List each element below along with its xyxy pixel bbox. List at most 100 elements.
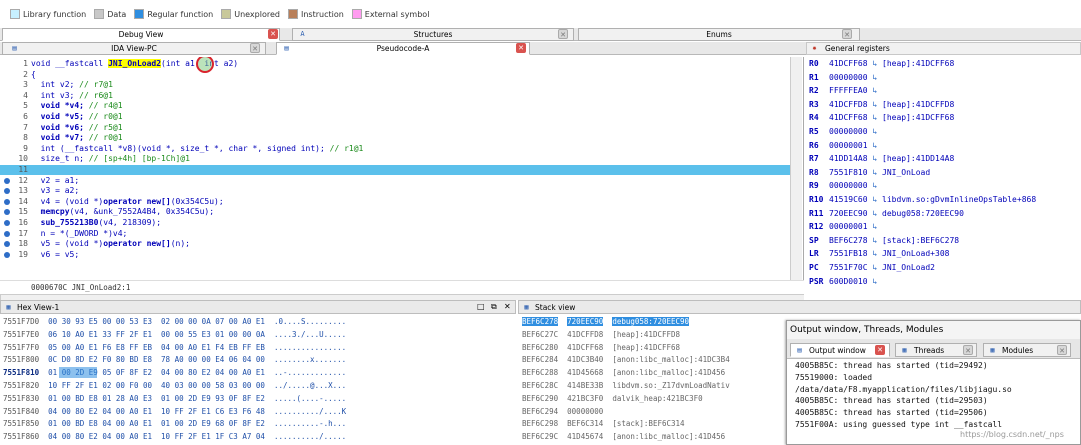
code-line[interactable]: 13 v3 = a2; — [0, 186, 790, 196]
tab-pseudocode-a[interactable]: Pseudocode-A — [276, 42, 530, 55]
code-line[interactable]: 3 int v2; // r7@1 — [0, 80, 790, 90]
hex-row[interactable]: 7551F840 04 00 80 E2 04 00 A0 E1 10 FF 2… — [3, 406, 346, 418]
code-line[interactable]: 1void __fastcall JNI_OnLoad2(int a1, int… — [0, 59, 790, 69]
code-line[interactable]: 11 — [0, 165, 790, 175]
jump-arrow-icon[interactable]: ↳ — [872, 73, 877, 82]
close-enums-icon[interactable]: ✕ — [842, 29, 852, 39]
stack-row[interactable]: BEF6C280 41DCFF68 [heap]:41DCFF68 — [522, 342, 680, 354]
code-line[interactable]: 4 int v3; // r6@1 — [0, 91, 790, 101]
tab-debug-view[interactable]: Debug View — [2, 28, 280, 41]
register-row[interactable]: SP BEF6C278 ↳ [stack]:BEF6C278 — [809, 236, 959, 249]
close-threads-icon[interactable]: ✕ — [963, 345, 973, 355]
breakpoint-dot-icon[interactable] — [4, 177, 10, 184]
breakpoint-dot-icon[interactable] — [4, 230, 10, 237]
close-output-icon[interactable]: ✕ — [875, 345, 885, 355]
close-modules-icon[interactable]: ✕ — [1057, 345, 1067, 355]
pseudocode-pane[interactable]: 1void __fastcall JNI_OnLoad2(int a1, int… — [0, 57, 804, 280]
register-row[interactable]: R7 41DD14A8 ↳ [heap]:41DD14A8 — [809, 154, 954, 167]
jump-arrow-icon[interactable]: ↳ — [872, 209, 877, 218]
stack-row[interactable]: BEF6C27C 41DCFFD8 [heap]:41DCFFD8 — [522, 329, 680, 341]
close-pseudocode-icon[interactable]: ✕ — [516, 43, 526, 53]
breakpoint-dot-icon[interactable] — [4, 241, 10, 248]
stack-row[interactable]: BEF6C278 720EEC90 debug058:720EEC90 — [522, 316, 690, 328]
stack-row[interactable]: BEF6C28C 414BE33B libdvm.so:_Z17dvmLoadN… — [522, 380, 730, 392]
jump-arrow-icon[interactable]: ↳ — [872, 263, 877, 272]
code-line[interactable]: 8 void *v7; // r0@1 — [0, 133, 790, 143]
jump-arrow-icon[interactable]: ↳ — [872, 100, 877, 109]
hex-row[interactable]: 7551F7D0 00 30 93 E5 00 00 53 E3 02 00 0… — [3, 316, 346, 328]
tab-structures[interactable]: Structures — [292, 28, 574, 41]
code-line[interactable]: 5 void *v4; // r4@1 — [0, 101, 790, 111]
register-row[interactable]: R1 00000000 ↳ — [809, 73, 882, 86]
jump-arrow-icon[interactable]: ↳ — [872, 222, 877, 231]
stack-row[interactable]: BEF6C288 41D45668 [anon:libc_malloc]:41D… — [522, 367, 725, 379]
code-line[interactable]: 14 v4 = (void *)operator new[](0x354C5u)… — [0, 197, 790, 207]
code-line[interactable]: 19 v6 = v5; — [0, 250, 790, 260]
code-line[interactable]: 7 void *v6; // r5@1 — [0, 123, 790, 133]
breakpoint-dot-icon[interactable] — [4, 251, 10, 258]
hex-row[interactable]: 7551F810 01 00 2D E9 05 0F 8F E2 04 00 8… — [3, 367, 346, 379]
output-window-title[interactable]: Output window, Threads, Modules — [787, 321, 1080, 339]
jump-arrow-icon[interactable]: ↳ — [872, 168, 877, 177]
register-row[interactable]: R10 41519C60 ↳ libdvm.so:gDvmInlineOpsTab… — [809, 195, 1036, 208]
code-line[interactable]: 2{ — [0, 70, 790, 80]
stack-row[interactable]: BEF6C290 421BC3F0 dalvik_heap:421BC3F0 — [522, 393, 703, 405]
hex-row[interactable]: 7551F7F0 05 00 A0 E1 F6 E8 FF EB 04 00 A… — [3, 342, 346, 354]
jump-arrow-icon[interactable]: ↳ — [872, 141, 877, 150]
hex-row[interactable]: 7551F820 10 FF 2F E1 02 00 F0 00 40 03 0… — [3, 380, 346, 392]
register-row[interactable]: R11 720EEC90 ↳ debug058:720EEC90 — [809, 209, 964, 222]
close-structures-icon[interactable]: ✕ — [558, 29, 568, 39]
register-row[interactable]: R0 41DCFF68 ↳ [heap]:41DCFF68 — [809, 59, 954, 72]
register-row[interactable]: LR 7551FB18 ↳ JNI_OnLoad+308 — [809, 249, 949, 262]
code-line[interactable]: 15 memcpy(v4, &unk_7552A4B4, 0x354C5u); — [0, 207, 790, 217]
breakpoint-dot-icon[interactable] — [4, 188, 10, 195]
register-row[interactable]: R12 00000001 ↳ — [809, 222, 882, 235]
code-line[interactable]: 18 v5 = (void *)operator new[](n); — [0, 239, 790, 249]
breakpoint-dot-icon[interactable] — [4, 198, 10, 205]
code-line[interactable]: 9 int (__fastcall *v8)(void *, size_t *,… — [0, 144, 790, 154]
jump-arrow-icon[interactable]: ↳ — [872, 181, 877, 190]
stack-row[interactable]: BEF6C298 BEF6C314 [stack]:BEF6C314 — [522, 418, 685, 430]
hex-close-icon[interactable]: ✕ — [504, 302, 511, 311]
register-row[interactable]: R2 FFFFFEA0 ↳ — [809, 86, 882, 99]
code-line[interactable]: 10 size_t n; // [sp+4h] [bp-1Ch]@1 — [0, 154, 790, 164]
jump-arrow-icon[interactable]: ↳ — [872, 277, 877, 286]
register-row[interactable]: R8 7551F810 ↳ JNI_OnLoad — [809, 168, 930, 181]
hex-row[interactable]: 7551F830 01 00 BD E8 01 28 A0 E3 01 00 2… — [3, 393, 346, 405]
code-line[interactable]: 6 void *v5; // r0@1 — [0, 112, 790, 122]
hex-view-pane[interactable]: 7551F7D0 00 30 93 E5 00 00 53 E3 02 00 0… — [0, 314, 516, 445]
jump-arrow-icon[interactable]: ↳ — [872, 59, 877, 68]
jump-arrow-icon[interactable]: ↳ — [872, 236, 877, 245]
hex-row[interactable]: 7551F850 01 00 BD E8 04 00 A0 E1 01 00 2… — [3, 418, 346, 430]
register-row[interactable]: PC 7551F70C ↳ JNI_OnLoad2 — [809, 263, 935, 276]
stack-row[interactable]: BEF6C29C 41D45674 [anon:libc_malloc]:41D… — [522, 431, 725, 443]
stack-row[interactable]: BEF6C294 00000000 — [522, 406, 612, 418]
hex-row[interactable]: 7551F800 0C D0 8D E2 F0 80 BD E8 78 A0 0… — [3, 354, 346, 366]
register-row[interactable]: R4 41DCFF68 ↳ [heap]:41DCFF68 — [809, 113, 954, 126]
hex-float-icon[interactable]: ⧉ — [491, 302, 497, 312]
code-line[interactable]: 16 sub_755213B0(v4, 218309); — [0, 218, 790, 228]
breakpoint-dot-icon[interactable] — [4, 220, 10, 226]
stack-row[interactable]: BEF6C284 41DC3B40 [anon:libc_malloc]:41D… — [522, 354, 730, 366]
register-row[interactable]: R3 41DCFFD8 ↳ [heap]:41DCFFD8 — [809, 100, 954, 113]
jump-arrow-icon[interactable]: ↳ — [872, 154, 877, 163]
breakpoint-dot-icon[interactable] — [4, 209, 10, 216]
register-row[interactable]: R5 00000000 ↳ — [809, 127, 882, 140]
stack-view-pane[interactable]: BEF6C278 720EEC90 debug058:720EEC90 BEF6C… — [518, 314, 785, 445]
code-line[interactable]: 17 n = *(_DWORD *)v4; — [0, 229, 790, 239]
tab-ida-view-pc[interactable]: IDA View-PC — [2, 42, 266, 55]
register-row[interactable]: R9 00000000 ↳ — [809, 181, 882, 194]
jump-arrow-icon[interactable]: ↳ — [872, 195, 877, 204]
jump-arrow-icon[interactable]: ↳ — [872, 249, 877, 258]
code-scrollbar[interactable] — [790, 57, 802, 280]
register-row[interactable]: PSR 600D0010 ↳ — [809, 277, 882, 290]
hex-row[interactable]: 7551F860 04 00 80 E2 04 00 A0 E1 10 FF 2… — [3, 431, 346, 443]
hex-restore-icon[interactable]: □ — [477, 302, 485, 311]
code-line[interactable]: 12 v2 = a1; — [0, 176, 790, 186]
register-row[interactable]: R6 00000001 ↳ — [809, 141, 882, 154]
close-ida-view-icon[interactable]: ✕ — [250, 43, 260, 53]
tab-enums[interactable]: Enums — [578, 28, 860, 41]
hex-row[interactable]: 7551F7E0 06 10 A0 E1 33 FF 2F E1 00 00 5… — [3, 329, 346, 341]
jump-arrow-icon[interactable]: ↳ — [872, 127, 877, 136]
jump-arrow-icon[interactable]: ↳ — [872, 113, 877, 122]
